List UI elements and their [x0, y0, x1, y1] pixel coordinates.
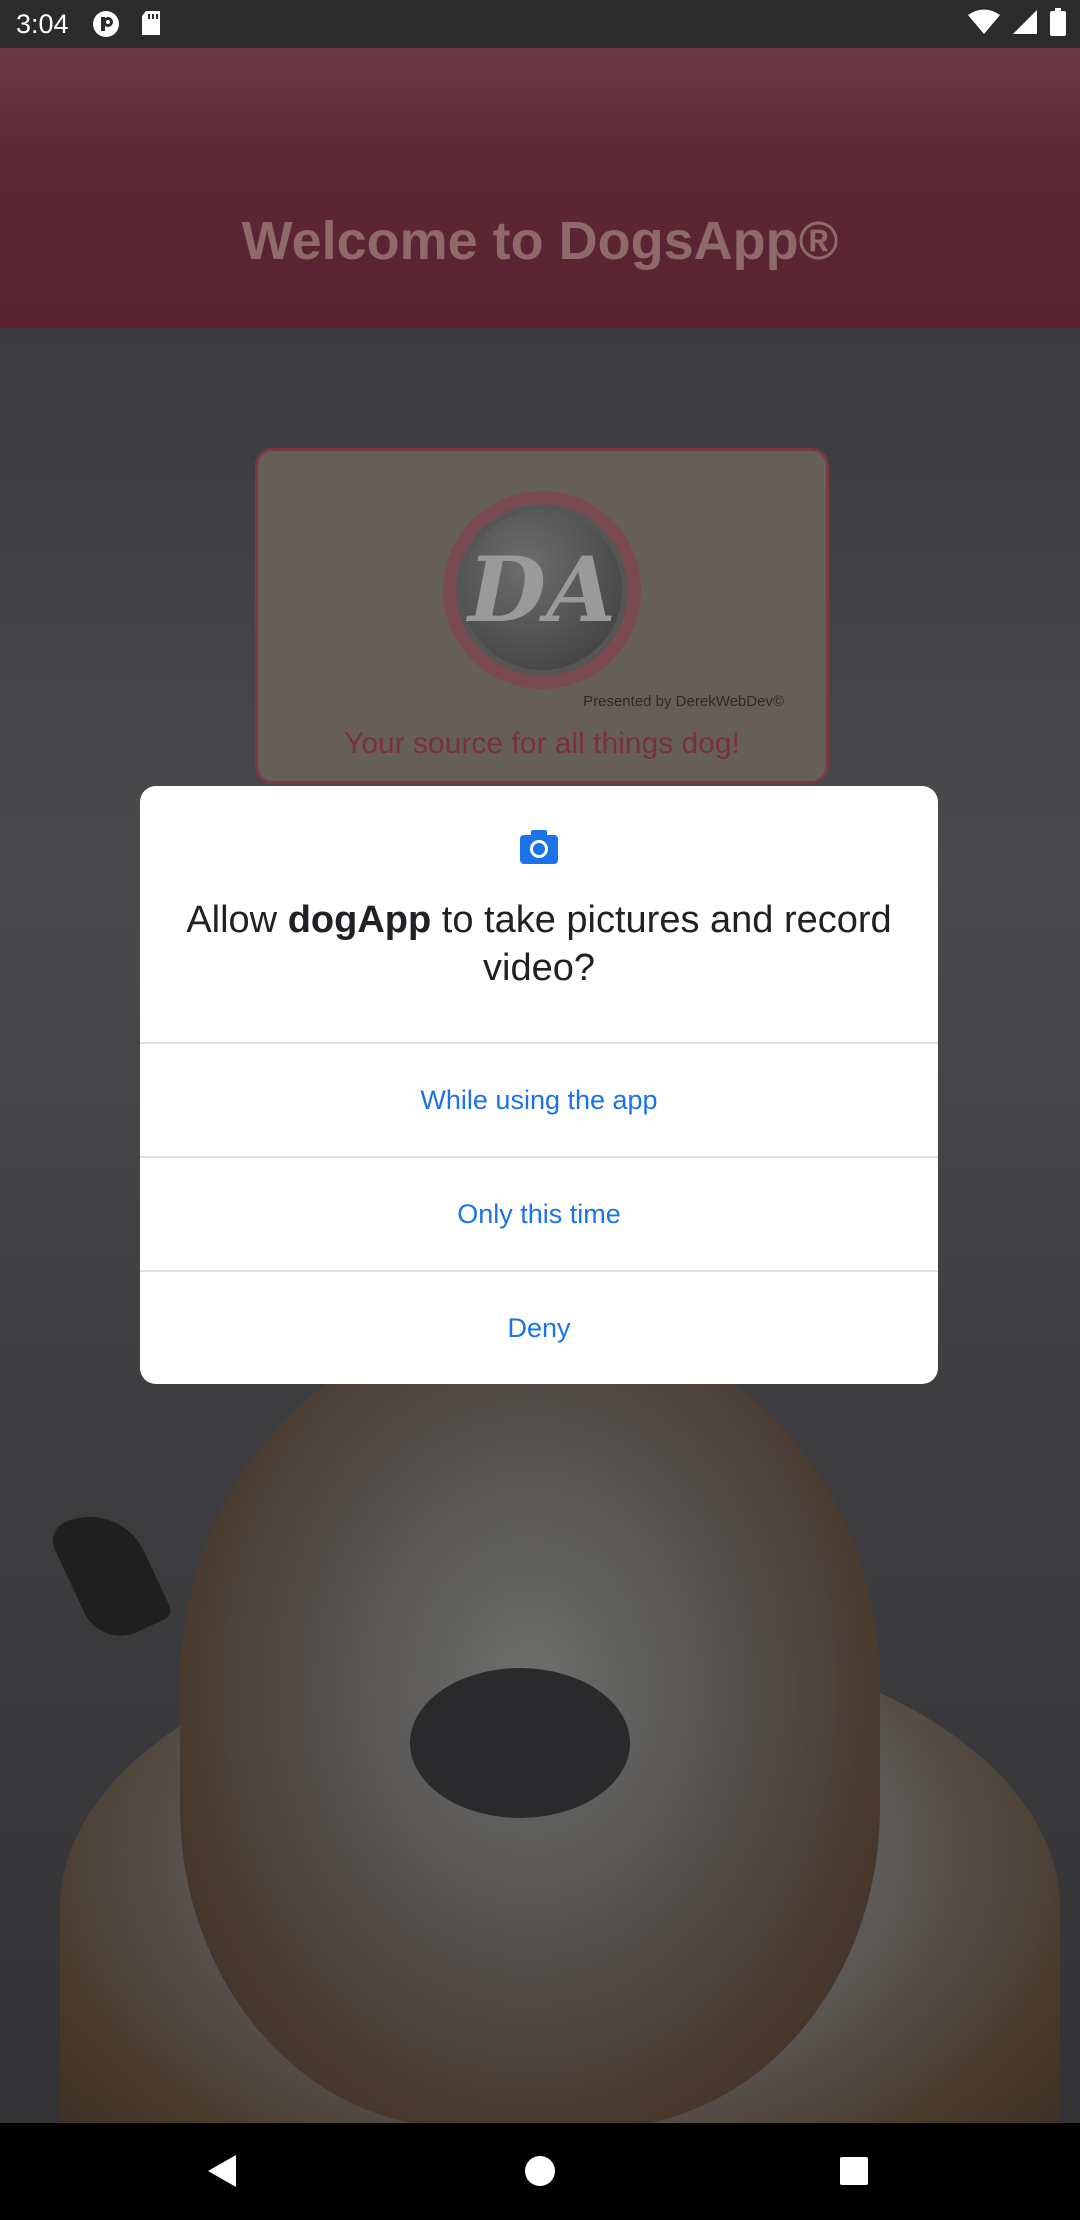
navigation-bar — [0, 2123, 1080, 2220]
dialog-app-name: dogApp — [287, 899, 432, 941]
status-right-icons — [968, 8, 1066, 36]
camera-icon — [520, 830, 558, 864]
battery-icon — [1050, 8, 1066, 36]
only-this-time-button[interactable]: Only this time — [140, 1158, 938, 1270]
dialog-title: Allow dogApp to take pictures and record… — [180, 896, 898, 992]
wifi-icon — [968, 9, 1000, 34]
permission-dialog: Allow dogApp to take pictures and record… — [140, 786, 938, 1384]
deny-button[interactable]: Deny — [140, 1272, 938, 1384]
cell-signal-icon — [1013, 10, 1037, 34]
screen: 3:04 Welcome to DogsApp® DA Presented by… — [0, 0, 1080, 2220]
status-time: 3:04 — [16, 9, 69, 39]
dialog-title-suffix: to take pictures and record video? — [431, 899, 892, 989]
while-using-app-button[interactable]: While using the app — [140, 1044, 938, 1156]
back-icon[interactable] — [206, 2153, 238, 2189]
dialog-title-prefix: Allow — [186, 899, 288, 941]
recents-icon[interactable] — [838, 2153, 870, 2189]
sd-card-icon — [142, 11, 160, 35]
status-bar: 3:04 — [0, 0, 1080, 48]
home-icon[interactable] — [524, 2153, 556, 2189]
circle-p-icon — [93, 11, 119, 37]
